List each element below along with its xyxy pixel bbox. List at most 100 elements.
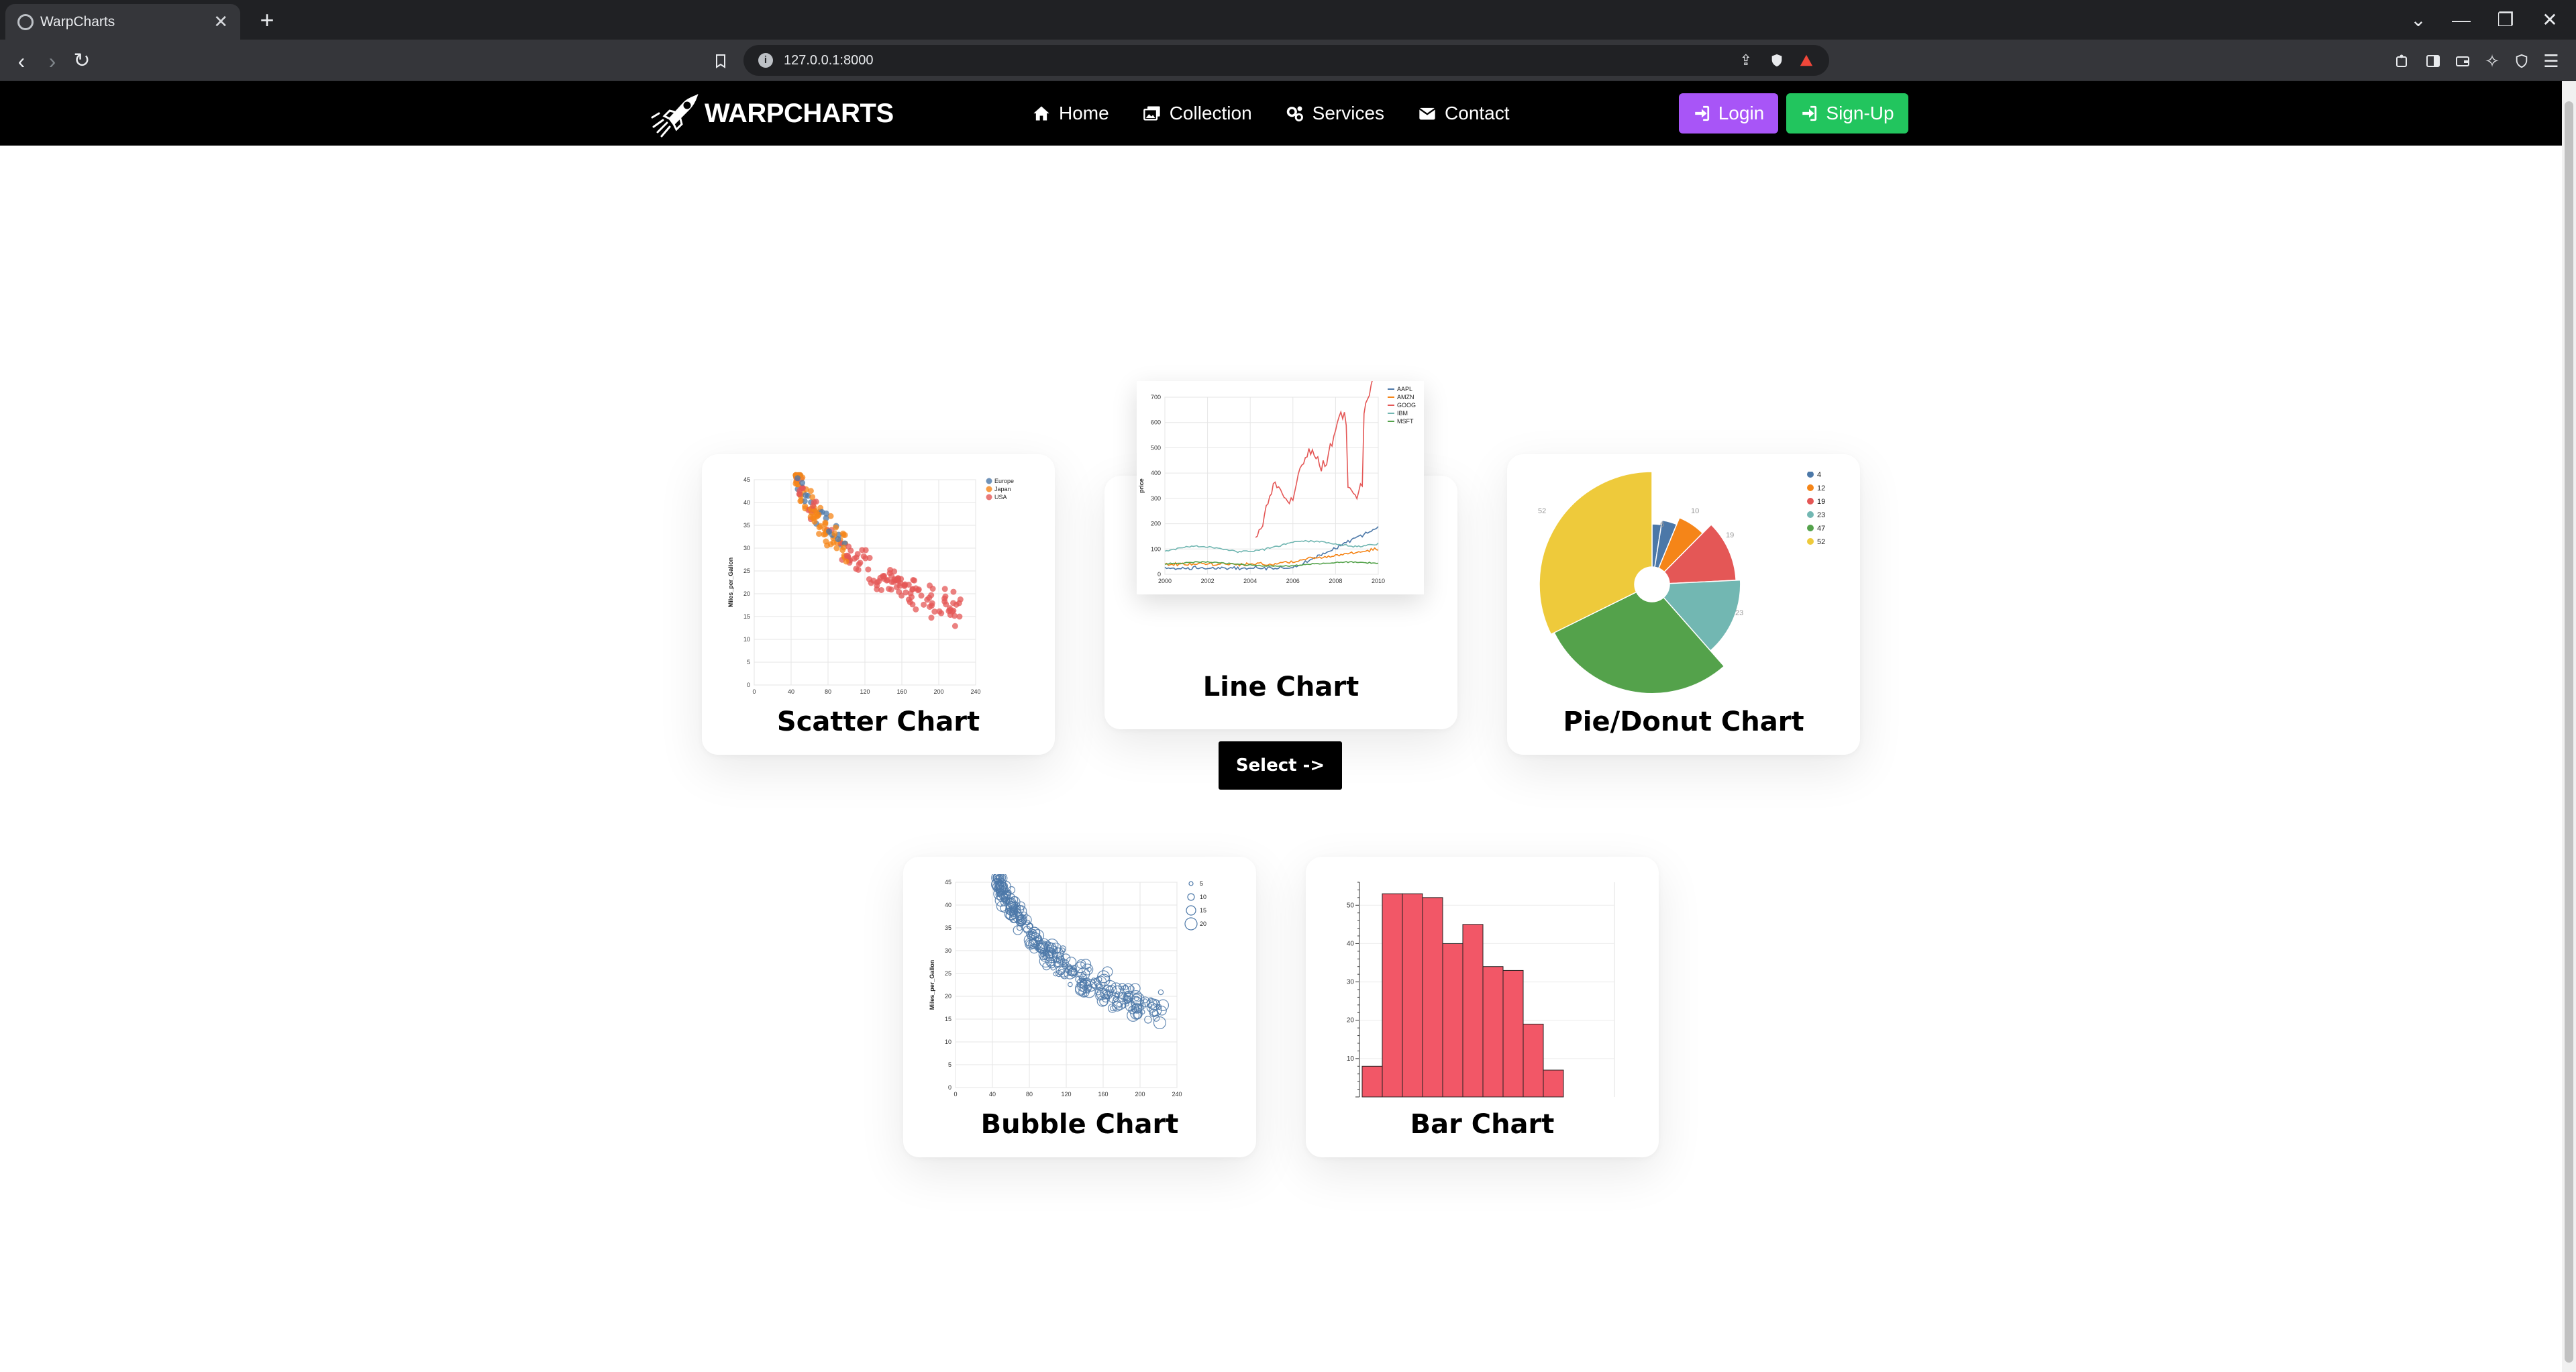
browser-tab[interactable]: WarpCharts ✕ bbox=[5, 4, 240, 40]
brave-shield-icon[interactable] bbox=[1763, 45, 1790, 76]
bubble-point bbox=[1144, 1015, 1152, 1024]
nav-services-label: Services bbox=[1312, 103, 1385, 123]
brand-logo[interactable]: WARPCHARTS bbox=[650, 89, 894, 138]
bar-chart-card[interactable]: 50 40 30 20 10 Bar Chart bbox=[1306, 857, 1659, 1157]
scatter-point bbox=[843, 552, 850, 559]
y-tick-label: 40 bbox=[945, 902, 951, 908]
y-tick-label: 30 bbox=[1347, 979, 1355, 986]
page-scrollbar[interactable] bbox=[2562, 81, 2576, 1372]
window-close-icon[interactable]: ✕ bbox=[2530, 5, 2570, 35]
y-tick-label: 0 bbox=[1157, 571, 1161, 578]
back-icon[interactable]: ‹ bbox=[7, 46, 36, 76]
y-tick-label: 400 bbox=[1151, 470, 1161, 476]
sign-in-icon bbox=[1694, 105, 1709, 121]
forward-icon[interactable]: › bbox=[38, 46, 67, 76]
nav-home[interactable]: Home bbox=[1032, 103, 1109, 124]
legend-swatch bbox=[1186, 905, 1196, 916]
y-tick-label: 500 bbox=[1151, 444, 1161, 451]
site-info-icon[interactable]: i bbox=[758, 53, 773, 68]
scatter-point bbox=[794, 481, 801, 488]
legend-swatch bbox=[1188, 881, 1194, 886]
sign-in-icon bbox=[1802, 105, 1817, 121]
images-icon bbox=[1143, 106, 1160, 121]
pie-chart-card[interactable]: 6 10 19 23 52 4 12 19 23 47 52 Pie/Donut Chart bbox=[1507, 454, 1860, 755]
x-tick-label: 2006 bbox=[1286, 578, 1300, 584]
histogram-bar bbox=[1361, 1065, 1383, 1098]
scatter-point bbox=[827, 541, 834, 547]
x-tick-label: 80 bbox=[825, 688, 831, 695]
sidebar-icon[interactable] bbox=[2418, 46, 2448, 76]
x-tick-label: 240 bbox=[1172, 1091, 1182, 1098]
signup-label: Sign-Up bbox=[1826, 103, 1894, 123]
puzzle-extension-icon[interactable] bbox=[2387, 46, 2417, 76]
menu-icon[interactable]: ☰ bbox=[2536, 46, 2566, 76]
y-tick-label: 25 bbox=[945, 970, 951, 977]
x-tick-label: 0 bbox=[954, 1091, 957, 1098]
nav-collection-label: Collection bbox=[1169, 103, 1252, 123]
legend-label: 19 bbox=[1817, 498, 1825, 506]
x-tick-label: 120 bbox=[860, 688, 870, 695]
scatter-point bbox=[845, 543, 852, 550]
scatter-point bbox=[799, 480, 806, 486]
y-tick-label: 5 bbox=[948, 1061, 951, 1068]
bubble-chart-image: 45 40 35 30 25 20 15 10 5 00 40 80 120 160 200 240 Miles… bbox=[929, 874, 1206, 1098]
x-tick-label: 2010 bbox=[1372, 578, 1385, 584]
vpn-shield-icon[interactable] bbox=[2507, 46, 2536, 76]
slice-label: 6 bbox=[1660, 521, 1664, 529]
y-tick-label: 25 bbox=[743, 568, 750, 574]
scatter-point bbox=[876, 578, 882, 584]
scatter-point bbox=[803, 492, 809, 498]
select-chart-button[interactable]: Select -> bbox=[1219, 741, 1342, 790]
slice-label: 10 bbox=[1691, 507, 1699, 515]
tab-title: WarpCharts bbox=[40, 14, 115, 30]
x-tick-label: 120 bbox=[1061, 1091, 1071, 1098]
y-axis-label: Miles_per_Gallon bbox=[727, 558, 734, 608]
tab-search-icon[interactable]: ⌄ bbox=[2398, 5, 2438, 35]
brave-rewards-icon[interactable] bbox=[1793, 45, 1820, 76]
address-bar[interactable]: i 127.0.0.1:8000 ⇪ bbox=[743, 45, 1829, 76]
nav-contact[interactable]: Contact bbox=[1418, 103, 1510, 124]
legend-swatch bbox=[986, 494, 992, 500]
x-tick-label: 200 bbox=[1135, 1091, 1145, 1098]
restore-icon[interactable]: ❐ bbox=[2485, 5, 2526, 35]
legend-label: Europe bbox=[994, 478, 1014, 484]
scatter-point bbox=[809, 494, 816, 500]
nav-collection[interactable]: Collection bbox=[1143, 103, 1252, 124]
scatter-point bbox=[816, 524, 823, 531]
scatter-point bbox=[953, 601, 960, 608]
scatter-point bbox=[855, 566, 862, 573]
y-tick-label: 40 bbox=[743, 499, 750, 506]
scatter-chart-card[interactable]: 45 40 35 30 25 20 15 10 5 0 0 40 80 120 160 200 240 Miles… bbox=[702, 454, 1055, 755]
tab-close-icon[interactable]: ✕ bbox=[213, 4, 228, 40]
legend-label: 15 bbox=[1200, 907, 1206, 914]
signup-button[interactable]: Sign-Up bbox=[1786, 93, 1908, 134]
scatter-point bbox=[927, 603, 933, 610]
scatter-point bbox=[886, 570, 893, 576]
scatter-point bbox=[860, 553, 867, 560]
new-tab-button[interactable]: + bbox=[252, 5, 282, 35]
login-button[interactable]: Login bbox=[1679, 93, 1778, 134]
bubble-point bbox=[1157, 989, 1164, 996]
scatter-point bbox=[839, 547, 846, 553]
wallet-icon[interactable] bbox=[2448, 46, 2477, 76]
legend-swatch bbox=[1184, 917, 1198, 931]
scrollbar-thumb[interactable] bbox=[2565, 101, 2573, 1363]
minimize-icon[interactable]: — bbox=[2441, 5, 2481, 35]
histogram-bar bbox=[1442, 943, 1463, 1098]
legend-label: 12 bbox=[1817, 484, 1825, 492]
bookmark-icon[interactable] bbox=[706, 46, 735, 76]
reload-icon[interactable]: ↻ bbox=[67, 46, 97, 76]
bubble-chart-card[interactable]: 45 40 35 30 25 20 15 10 5 0 0 40 80 120 160 200 240 Miles… bbox=[903, 857, 1256, 1157]
leo-ai-icon[interactable]: ✧ bbox=[2477, 46, 2507, 76]
histogram-bar bbox=[1502, 969, 1524, 1098]
histogram-bar bbox=[1402, 893, 1423, 1098]
legend-label: 23 bbox=[1817, 511, 1825, 519]
histogram-bar bbox=[1462, 924, 1484, 1098]
scatter-point bbox=[951, 623, 958, 629]
share-icon[interactable]: ⇪ bbox=[1733, 45, 1759, 76]
x-tick-label: 2002 bbox=[1201, 578, 1215, 584]
scatter-point bbox=[865, 566, 872, 573]
nav-services[interactable]: Services bbox=[1286, 103, 1384, 124]
y-tick-label: 35 bbox=[945, 925, 951, 931]
card-title: Line Chart bbox=[1202, 672, 1359, 702]
